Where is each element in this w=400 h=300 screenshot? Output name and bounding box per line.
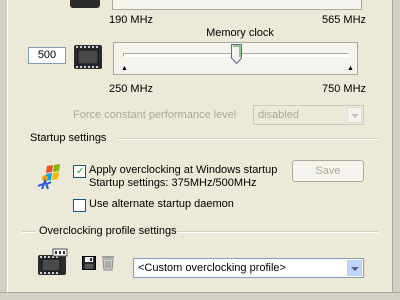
performance-level-label: Force constant performance level — [73, 109, 237, 121]
profile-dropdown-button[interactable] — [347, 260, 362, 276]
apply-at-startup-label[interactable]: Apply overclocking at Windows startup — [89, 164, 277, 176]
trash-icon[interactable] — [101, 255, 115, 271]
checkmark-icon: ✓ — [76, 166, 85, 177]
windows-logo-icon — [37, 164, 60, 190]
chevron-down-icon — [351, 267, 359, 271]
memory-min-label: 250 MHz — [109, 83, 154, 95]
window-frame-right — [392, 0, 400, 300]
core-max-label: 565 MHz — [322, 14, 367, 26]
alternate-daemon-label[interactable]: Use alternate startup daemon — [89, 198, 234, 210]
startup-settings-info: Startup settings: 375MHz/500MHz — [89, 177, 257, 189]
save-disk-icon[interactable] — [82, 256, 96, 270]
core-chip-icon — [70, 0, 100, 8]
slider-min-tick: ▲ — [121, 65, 128, 72]
memory-chip-icon — [74, 45, 102, 69]
performance-level-dropdown[interactable]: disabled — [253, 105, 364, 125]
chevron-down-icon — [351, 114, 359, 118]
profile-dropdown-value: <Custom overclocking profile> — [138, 262, 286, 274]
profile-settings-title: Overclocking profile settings — [39, 225, 177, 237]
slider-max-tick: ▲ — [347, 65, 354, 72]
core-clock-slider-panel[interactable] — [112, 0, 362, 10]
alternate-daemon-checkbox[interactable]: ✓ — [73, 199, 86, 212]
startup-settings-title: Startup settings — [30, 132, 107, 144]
window-frame-bottom — [0, 292, 400, 300]
memory-max-label: 750 MHz — [322, 83, 367, 95]
apply-at-startup-checkbox[interactable]: ✓ — [73, 165, 86, 178]
performance-dropdown-button[interactable] — [347, 107, 362, 123]
memory-clock-value-field[interactable]: 500 — [28, 47, 66, 64]
graphics-card-icon — [38, 248, 68, 275]
profile-group-line-right — [177, 231, 378, 233]
profile-dropdown[interactable]: <Custom overclocking profile> — [133, 258, 364, 278]
memory-clock-slider-thumb[interactable] — [230, 44, 242, 64]
window-frame-left — [0, 0, 8, 300]
core-min-label: 190 MHz — [109, 14, 154, 26]
profile-group-line-left — [22, 231, 36, 233]
save-button[interactable]: Save — [292, 160, 364, 182]
memory-clock-title: Memory clock — [206, 27, 274, 39]
performance-level-value: disabled — [258, 109, 299, 121]
startup-group-line — [118, 138, 378, 140]
